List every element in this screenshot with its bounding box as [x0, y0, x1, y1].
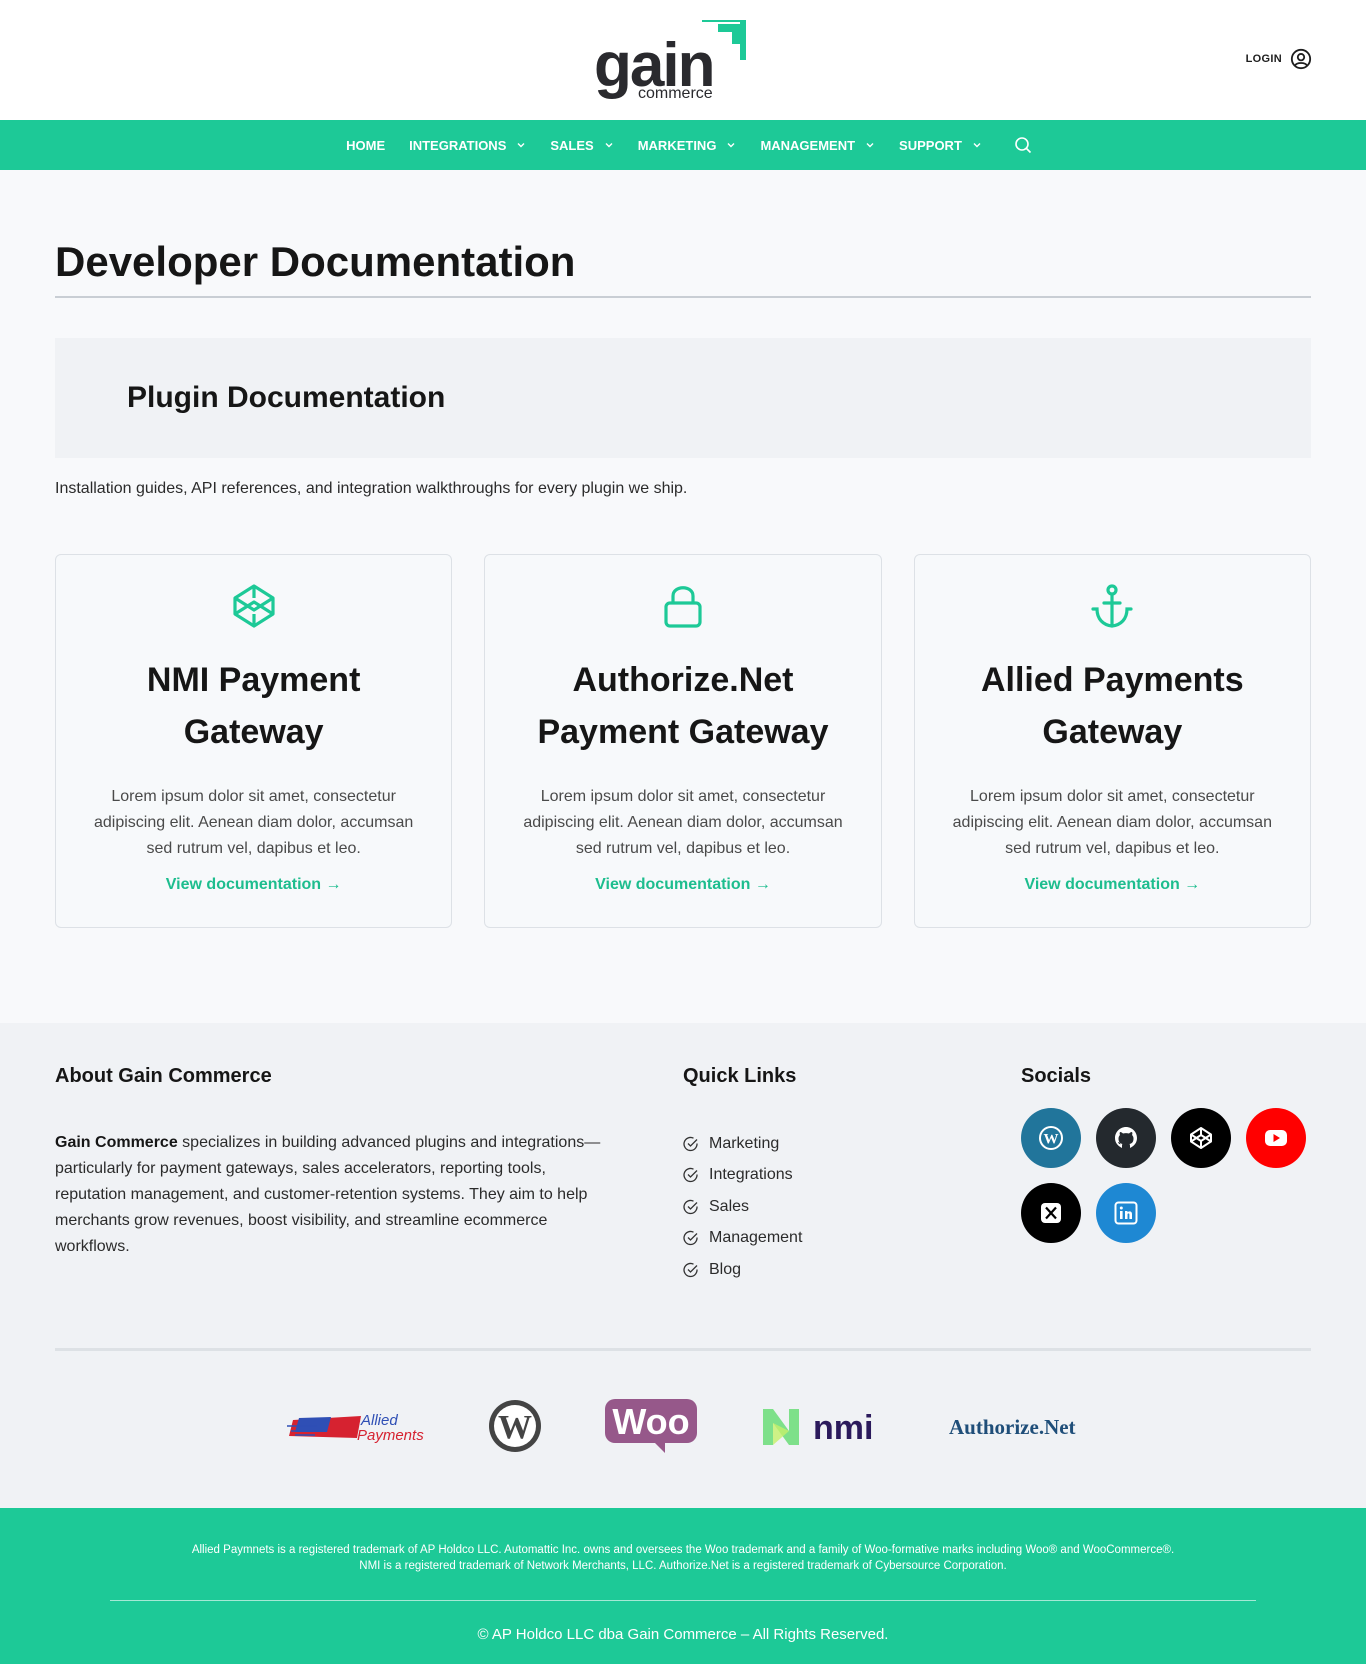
- card-title: Authorize.Net Payment Gateway: [537, 661, 829, 751]
- card-title: NMI Payment Gateway: [146, 661, 361, 751]
- quick-link-marketing[interactable]: Marketing: [683, 1128, 1021, 1160]
- search-icon[interactable]: [1014, 136, 1032, 154]
- card-text: Lorem ipsum dolor sit amet, consectetur …: [952, 788, 1272, 857]
- view-documentation-link[interactable]: View documentation →: [1024, 876, 1200, 894]
- nav-item-home[interactable]: HOME: [334, 120, 397, 170]
- quick-link-sales[interactable]: Sales: [683, 1191, 1021, 1223]
- intro-text: Installation guides, API references, and…: [55, 480, 688, 497]
- nav-item-integrations[interactable]: INTEGRATIONS: [397, 120, 538, 170]
- chevron-down-icon: [866, 143, 874, 148]
- legal-divider: [110, 1600, 1256, 1601]
- footer-quick-links: Quick Links Marketing Integrations Sales…: [683, 1065, 1021, 1286]
- view-documentation-link[interactable]: View documentation →: [166, 876, 342, 894]
- quick-link-label: Sales: [709, 1197, 750, 1215]
- footer-divider: [55, 1348, 1311, 1351]
- youtube-icon[interactable]: [1246, 1108, 1306, 1168]
- nav-label: MARKETING: [637, 137, 717, 153]
- legal-line-1: Allied Paymnets is a registered trademar…: [191, 1544, 1175, 1556]
- chevron-down-icon: [727, 143, 735, 148]
- nav-item-support[interactable]: SUPPORT: [887, 120, 994, 170]
- check-circle-icon: [683, 1136, 698, 1151]
- svg-text:commerce: commerce: [638, 85, 713, 102]
- check-circle-icon: [683, 1199, 698, 1214]
- check-circle-icon: [683, 1231, 698, 1246]
- nav-label: SALES: [550, 137, 594, 153]
- quick-link-label: Blog: [709, 1260, 742, 1278]
- nav-item-sales[interactable]: SALES: [538, 120, 625, 170]
- footer-legal-bar: Allied Paymnets is a registered trademar…: [0, 1508, 1366, 1664]
- partner-logos: Allied Payments W Woo nmi Authorize.Net: [0, 1393, 1366, 1463]
- woo-logo-text: Woo: [612, 1401, 689, 1442]
- user-circle-icon: [1290, 48, 1312, 70]
- about-text: Gain Commerce specializes in building ad…: [55, 1130, 615, 1260]
- authorize-net-logo: Authorize.Net: [949, 1406, 1079, 1451]
- section-title: Plugin Documentation: [127, 381, 446, 414]
- codepen-icon: [233, 584, 275, 628]
- card-grid: NMI Payment Gateway Lorem ipsum dolor si…: [55, 554, 1311, 928]
- allied-payments-logo: Allied Payments: [287, 1406, 427, 1451]
- site-header: gain commerce LOGIN: [0, 0, 1366, 120]
- legal-line-2: NMI is a registered trademark of Network…: [359, 1560, 1007, 1572]
- footer-socials: Socials W: [1021, 1065, 1306, 1286]
- doc-card-allied-payments: Allied Payments Gateway Lorem ipsum dolo…: [913, 554, 1311, 928]
- chevron-down-icon: [605, 143, 613, 148]
- anchor-icon: [1091, 584, 1133, 628]
- chevron-down-icon: [517, 143, 525, 148]
- card-title: Allied Payments Gateway: [980, 661, 1244, 751]
- check-circle-icon: [683, 1168, 698, 1183]
- codepen-icon[interactable]: [1171, 1108, 1231, 1168]
- chevron-down-icon: [973, 143, 981, 148]
- github-icon[interactable]: [1096, 1108, 1156, 1168]
- main-content: Developer Documentation Plugin Documenta…: [0, 238, 1366, 928]
- svg-text:W: W: [498, 1409, 532, 1446]
- login-link[interactable]: LOGIN: [1246, 48, 1312, 70]
- wordpress-logo: W: [487, 1398, 543, 1459]
- footer-about: About Gain Commerce Gain Commerce specia…: [55, 1065, 683, 1286]
- nav-label: HOME: [346, 137, 386, 153]
- legal-text: Allied Paymnets is a registered trademar…: [0, 1508, 1366, 1574]
- allied-logo-line2: Payments: [357, 1427, 424, 1444]
- gain-commerce-logo[interactable]: gain commerce: [594, 16, 774, 106]
- nav-label: MANAGEMENT: [760, 137, 856, 153]
- x-icon[interactable]: [1021, 1183, 1081, 1243]
- quick-link-label: Integrations: [709, 1166, 793, 1184]
- view-documentation-link[interactable]: View documentation →: [595, 876, 771, 894]
- socials-title: Socials: [1021, 1065, 1092, 1087]
- doc-card-authorize-net: Authorize.Net Payment Gateway Lorem ipsu…: [484, 554, 882, 928]
- linkedin-icon[interactable]: [1096, 1183, 1156, 1243]
- section-banner: Plugin Documentation: [55, 338, 1311, 458]
- check-circle-icon: [683, 1262, 698, 1277]
- copyright: © AP Holdco LLC dba Gain Commerce – All …: [477, 1626, 889, 1643]
- wordpress-icon[interactable]: W: [1021, 1108, 1081, 1168]
- nmi-logo: nmi: [759, 1401, 889, 1456]
- footer: About Gain Commerce Gain Commerce specia…: [0, 1023, 1366, 1508]
- quick-links-title: Quick Links: [683, 1065, 797, 1087]
- quick-link-blog[interactable]: Blog: [683, 1254, 1021, 1286]
- card-text: Lorem ipsum dolor sit amet, consectetur …: [523, 788, 843, 857]
- login-label: LOGIN: [1245, 53, 1282, 65]
- nav-item-management[interactable]: MANAGEMENT: [748, 120, 887, 170]
- nav-label: SUPPORT: [899, 137, 962, 153]
- nav-item-marketing[interactable]: MARKETING: [626, 120, 749, 170]
- authorize-logo-text: Authorize.Net: [949, 1415, 1076, 1439]
- quick-link-label: Marketing: [709, 1134, 780, 1152]
- svg-text:W: W: [1044, 1132, 1059, 1148]
- quick-link-integrations[interactable]: Integrations: [683, 1160, 1021, 1192]
- about-title: About Gain Commerce: [55, 1065, 272, 1087]
- woo-logo: Woo: [603, 1397, 699, 1460]
- quick-link-label: Management: [709, 1229, 803, 1247]
- page-title: Developer Documentation: [55, 238, 1311, 298]
- about-company-name: Gain Commerce: [55, 1134, 178, 1151]
- about-description: specializes in building advanced plugins…: [55, 1134, 601, 1255]
- nav-label: INTEGRATIONS: [409, 137, 507, 153]
- nmi-logo-text: nmi: [813, 1409, 873, 1447]
- doc-card-nmi: NMI Payment Gateway Lorem ipsum dolor si…: [55, 554, 453, 928]
- lock-icon: [664, 586, 702, 628]
- card-text: Lorem ipsum dolor sit amet, consectetur …: [94, 788, 414, 857]
- main-nav: HOME INTEGRATIONS SALES MARKETING MANAGE…: [0, 120, 1366, 170]
- quick-link-management[interactable]: Management: [683, 1223, 1021, 1255]
